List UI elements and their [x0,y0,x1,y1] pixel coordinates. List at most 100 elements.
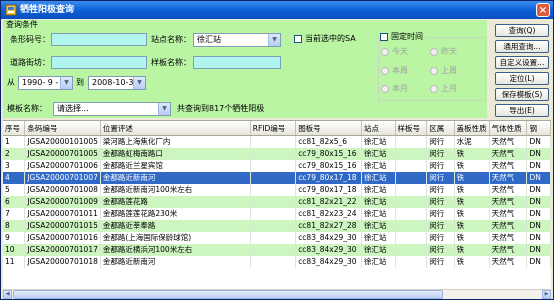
radio-last-week[interactable] [430,67,438,75]
column-header[interactable]: 区属 [426,121,455,136]
scroll-right-icon[interactable]: ▶ [542,290,551,299]
table-cell: 金都路近横浜河100米左右 [100,244,251,256]
table-row[interactable]: 3 JGSA20000701006 金都路近兰星宾馆 cc79_80x15_16 徐汇站… [3,160,551,172]
table-cell: cc79_80x17_18 [295,184,362,196]
station-select[interactable]: 徐汇站 ▼ [193,33,281,47]
table-cell: 铁 [454,160,490,172]
table-cell: JGSA20000701011 [24,208,101,220]
table-cell: 金都路莲莲花路230米 [100,208,251,220]
export-button[interactable]: 导出(E) [495,104,549,117]
table-cell: cc79_80x15_16 [295,160,362,172]
table-cell: 铁 [454,148,490,160]
chevron-down-icon[interactable]: ▼ [60,77,72,89]
table-cell: 闵行 [426,160,455,172]
table-row[interactable]: 4 JGSA20000701007 金都路近新南河 cc79_80x17_18 徐汇站 闵… [3,172,551,184]
window-title: 牺牲阳极查询 [20,5,75,15]
table-cell: 8 [3,220,26,232]
general-query-button[interactable]: 通用查询... [495,40,549,53]
table-cell: 天然气 [489,135,528,148]
table-cell: 天然气 [489,244,528,256]
table-cell: 铁 [454,196,490,208]
close-icon: × [538,5,548,16]
table-row[interactable]: 11 JGSA20000701018 金都路近新南河 cc83_84x29_30 徐汇站… [3,256,551,268]
scrollbar-thumb[interactable] [13,290,443,299]
table-cell: cc81_82x21_22 [295,196,362,208]
scroll-left-icon[interactable]: ◀ [3,290,12,299]
table-cell: JGSA20000701005 [24,148,101,160]
table-cell [395,148,428,160]
column-header[interactable]: 样板号 [395,121,428,136]
table-cell: 天然气 [489,208,528,220]
sample-input[interactable] [193,56,281,69]
from-date-picker[interactable]: 1990- 9 - 1 ▼ [18,76,73,90]
column-header[interactable]: 气体性质 [489,121,528,136]
column-header[interactable]: 序号 [3,121,26,136]
table-row[interactable]: 8 JGSA20000701015 金都路近莘奉路 cc81_82x27_28 徐汇站 闵… [3,220,551,232]
barcode-label: 条形码号： [10,35,50,44]
column-header[interactable]: 盖板性质 [454,121,490,136]
table-cell: 徐汇站 [361,208,396,220]
table-cell: 金都路近新南河 [100,172,251,184]
table-row[interactable]: 1 JGSA20000101005 梁河路上海焦化厂内 cc81_82x5_6 徐汇站 闵… [3,135,551,148]
table-cell: 徐汇站 [361,184,396,196]
title-bar[interactable]: 牺牲阳极查询 × [1,1,553,19]
table-cell: 徐汇站 [361,256,396,268]
radio-last-month[interactable] [430,85,438,93]
table-row[interactable]: 7 JGSA20000701011 金都路莲莲花路230米 cc81_82x23_24… [3,208,551,220]
radio-yesterday[interactable] [430,48,438,56]
chevron-down-icon[interactable]: ▼ [158,103,170,115]
table-cell [250,232,297,244]
table-cell: 5 [3,184,26,196]
fixed-time-checkbox[interactable] [380,33,388,41]
column-header[interactable]: 条码编号 [24,121,101,136]
table-cell: JGSA20000701008 [24,184,101,196]
template-select[interactable]: 请选择... ▼ [53,102,171,116]
table-cell: 铁 [454,232,490,244]
close-button[interactable]: × [536,3,550,17]
barcode-input[interactable] [51,33,147,46]
table-cell [395,208,428,220]
column-header[interactable]: 钢 [526,121,551,136]
chevron-down-icon[interactable]: ▼ [133,77,145,89]
table-cell [395,196,428,208]
road-input[interactable] [51,56,147,69]
table-row[interactable]: 2 JGSA20000701005 金都路虹梅南路口 cc79_80x15_16 徐汇站… [3,148,551,160]
query-window: 牺牲阳极查询 × 查询条件 条形码号： 站点名称： 徐汇站 ▼ 当前选中的SA … [0,0,554,300]
template-label: 模板名称： [7,104,47,113]
column-header[interactable]: 位置评述 [100,121,251,136]
table-cell: 梁河路上海焦化厂内 [100,135,251,148]
table-row[interactable]: 5 JGSA20000701008 金都路近新南河100米左右 cc79_80x17_… [3,184,551,196]
table-cell: 3 [3,160,26,172]
current-sa-checkbox[interactable] [294,35,302,43]
query-button[interactable]: 查询(Q) [495,24,549,37]
table-cell: 闵行 [426,232,455,244]
save-template-button[interactable]: 保存模板(S) [495,88,549,101]
road-label: 道路街坊： [10,58,50,67]
column-header[interactable]: 图板号 [295,121,362,136]
table-cell [250,256,297,268]
radio-yesterday-label: 昨天 [441,47,457,56]
column-header[interactable]: RFID编号 [250,121,297,136]
table-cell: 徐汇站 [361,160,396,172]
to-date-picker[interactable]: 2008-10-30 ▼ [88,76,146,90]
table-row[interactable]: 6 JGSA20000701009 金都路莲花路 cc81_82x21_22 徐汇站 闵行… [3,196,551,208]
table-cell: 闵行 [426,208,455,220]
table-cell: cc83_84x29_30 [295,232,362,244]
radio-today[interactable] [381,48,389,56]
table-row[interactable]: 9 JGSA20000701016 金都路(上海国际保龄球馆) cc83_84x29_… [3,232,551,244]
custom-settings-button[interactable]: 自定义设置... [495,56,549,69]
table-cell [250,220,297,232]
table-cell: 天然气 [489,160,528,172]
table-cell [250,148,297,160]
to-date-value: 2008-10-30 [92,78,139,87]
radio-this-month-label: 本月 [392,84,408,93]
current-sa-label: 当前选中的SA [305,34,356,43]
table-row[interactable]: 10 JGSA20000701017 金都路近横浜河100米左右 cc83_84x29… [3,244,551,256]
radio-this-week[interactable] [381,67,389,75]
table-cell [395,160,428,172]
chevron-down-icon[interactable]: ▼ [268,34,280,46]
horizontal-scrollbar[interactable]: ◀ ▶ [3,289,551,299]
radio-this-month[interactable] [381,85,389,93]
locate-button[interactable]: 定位(L) [495,72,549,85]
column-header[interactable]: 站点 [361,121,396,136]
